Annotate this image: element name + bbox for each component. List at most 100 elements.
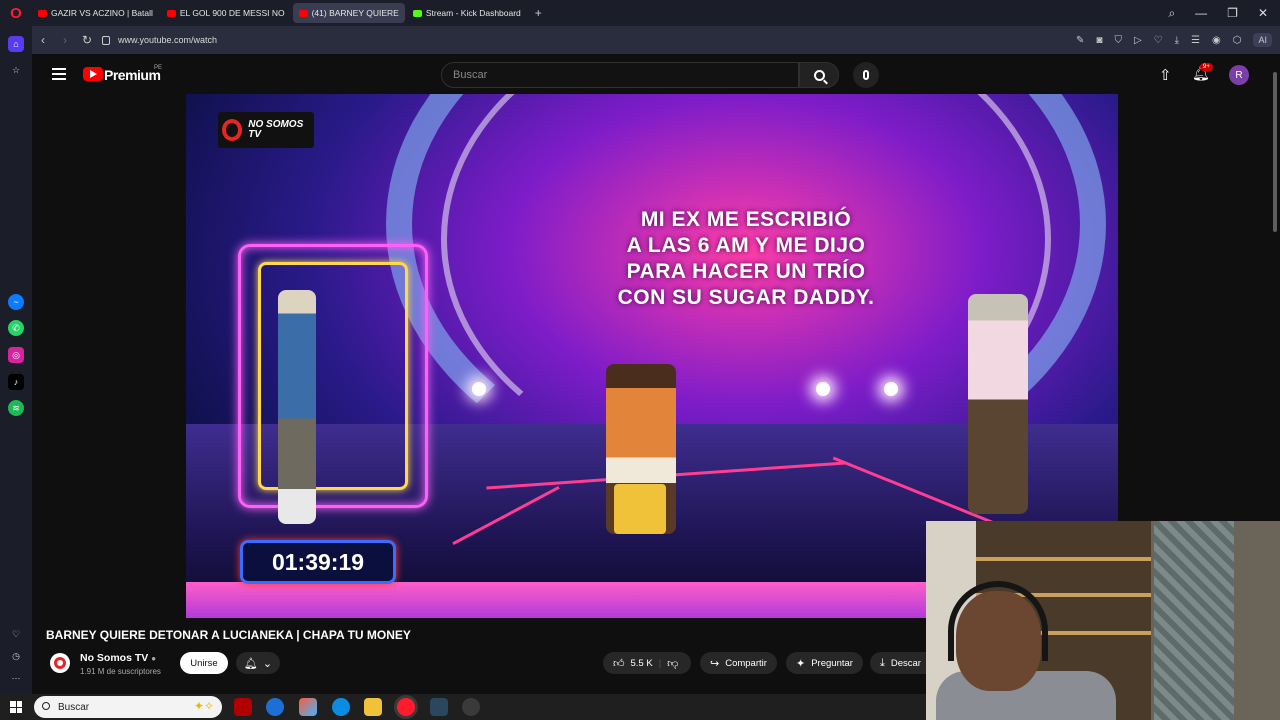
shield-icon[interactable]: ⛉ — [1114, 35, 1122, 46]
search-tabs-icon[interactable]: ⌕ — [1168, 6, 1175, 21]
edge-icon[interactable] — [332, 698, 350, 716]
forward-button[interactable]: › — [54, 33, 76, 47]
play-icon[interactable]: ▷ — [1134, 35, 1142, 46]
messenger-icon[interactable]: ~ — [8, 294, 24, 310]
extensions-icon[interactable]: ⬡ — [1233, 35, 1242, 46]
steam-icon[interactable] — [430, 698, 448, 716]
youtube-header: Premium PE Buscar ⇧ 🔔︎ 9+ R — [32, 54, 1270, 94]
yellow-seat — [614, 484, 666, 534]
share-button[interactable]: ↪ Compartir — [700, 652, 777, 674]
youtube-brand[interactable]: Premium — [104, 67, 161, 83]
hamburger-menu-icon[interactable] — [52, 68, 66, 80]
avatar-letter: R — [1235, 69, 1243, 81]
more-icon[interactable]: ⋯ — [8, 670, 24, 686]
search-input[interactable]: Buscar — [441, 62, 799, 88]
chrome-icon[interactable] — [266, 698, 284, 716]
copilot-icon[interactable] — [299, 698, 317, 716]
home-icon[interactable]: ⌂ — [8, 36, 24, 52]
camera-icon[interactable]: ◙ — [1096, 35, 1102, 46]
download-button[interactable]: ⤓ Descar — [870, 652, 926, 674]
subscription-bell-button[interactable]: 🔔︎ ⌄ — [236, 652, 280, 674]
logo-text: NO SOMOS TV — [248, 119, 304, 140]
channel-avatar[interactable] — [50, 653, 70, 673]
download-icon[interactable]: ⤓ — [1175, 35, 1179, 46]
divider: | — [658, 657, 662, 669]
minimize-button[interactable]: — — [1195, 6, 1207, 20]
youtube-logo-icon[interactable] — [83, 67, 103, 81]
ai-button[interactable]: AI — [1253, 33, 1272, 47]
back-button[interactable]: ‹ — [32, 33, 54, 47]
like-icon[interactable]: 👍︎ — [613, 657, 625, 670]
dislike-icon[interactable]: 👎︎ — [667, 657, 678, 670]
join-button[interactable]: Unirse — [180, 652, 228, 674]
stage-light — [472, 382, 486, 396]
performer-right — [968, 294, 1028, 514]
tab-label: GAZIR VS ACZINO | Batall — [51, 8, 153, 18]
heart-icon[interactable]: ♡ — [1154, 35, 1163, 46]
maximize-button[interactable]: ❐ — [1227, 6, 1238, 20]
caption-line: PARA HACER UN TRÍO — [626, 260, 866, 283]
address-bar-actions: ✎ ◙ ⛉ ▷ ♡ ⤓ ☰ ◉ ⬡ AI — [1076, 26, 1272, 54]
history-icon[interactable]: ◷ — [8, 648, 24, 664]
tab-1[interactable]: GAZIR VS ACZINO | Batall — [32, 3, 159, 23]
tab-label: EL GOL 900 DE MESSI NO — [179, 8, 285, 18]
caption-line: A LAS 6 AM Y ME DIJO — [626, 234, 866, 257]
tab-3-active[interactable]: (41) BARNEY QUIERE — [292, 3, 405, 23]
sparkle-icon: ✦✧ — [193, 699, 214, 713]
opera-icon[interactable] — [397, 698, 415, 716]
ask-label: Preguntar — [811, 657, 853, 669]
lock-icon — [102, 35, 110, 45]
opera-menu-icon[interactable]: O — [0, 0, 32, 26]
taskbar-search[interactable]: Buscar ✦✧ — [34, 696, 222, 718]
browser-tab-bar: O GAZIR VS ACZINO | Batall EL GOL 900 DE… — [0, 0, 1280, 26]
tab-label: Stream - Kick Dashboard — [425, 8, 521, 18]
caption-line: CON SU SUGAR DADDY. — [617, 286, 875, 309]
country-code: PE — [154, 65, 163, 71]
url-field[interactable]: www.youtube.com/watch — [102, 35, 217, 45]
ask-button[interactable]: ✦ Preguntar — [786, 652, 863, 674]
heart-icon[interactable]: ♡ — [8, 626, 24, 642]
upload-icon[interactable]: ⇧ — [1159, 66, 1172, 84]
spotify-icon[interactable]: ≋ — [8, 400, 24, 416]
youtube-favicon-icon — [298, 9, 308, 17]
performer-left — [278, 290, 316, 524]
channel-logo-icon — [54, 657, 66, 669]
stage-light — [884, 382, 898, 396]
windows-start-icon[interactable] — [10, 701, 22, 713]
microphone-icon — [863, 70, 869, 80]
menu-icon[interactable]: ☰ — [1191, 35, 1200, 46]
scrollbar-thumb[interactable] — [1273, 72, 1277, 232]
subscriber-count: 1.91 M de suscriptores — [80, 667, 161, 676]
file-explorer-icon[interactable] — [364, 698, 382, 716]
webcam-window — [1154, 521, 1234, 720]
edit-icon[interactable]: ✎ — [1076, 35, 1084, 46]
windows-taskbar: Buscar ✦✧ — [0, 694, 926, 720]
search-icon — [42, 702, 50, 710]
close-button[interactable]: ✕ — [1258, 6, 1268, 20]
new-tab-button[interactable]: + — [535, 6, 542, 20]
netflix-icon[interactable] — [234, 698, 252, 716]
search-button[interactable] — [799, 62, 839, 88]
kick-favicon-icon — [412, 9, 422, 17]
tab-2[interactable]: EL GOL 900 DE MESSI NO — [161, 3, 291, 23]
notification-count-badge: 9+ — [1200, 63, 1213, 71]
obs-icon[interactable] — [462, 698, 480, 716]
window-controls: ⌕ — ❐ ✕ — [1168, 0, 1280, 26]
whatsapp-icon[interactable]: ✆ — [8, 320, 24, 336]
opera-sidebar: ⌂ ☆ ~ ✆ ◎ ♪ ≋ ♡ ◷ ⋯ — [0, 26, 32, 694]
tiktok-icon[interactable]: ♪ — [8, 374, 24, 390]
account-avatar[interactable]: R — [1229, 65, 1249, 85]
like-count[interactable]: 5.5 K — [631, 658, 653, 669]
tab-4[interactable]: Stream - Kick Dashboard — [407, 3, 527, 23]
share-label: Compartir — [725, 657, 767, 669]
verified-icon: ● — [151, 654, 157, 663]
reload-button[interactable]: ↻ — [76, 33, 98, 47]
logo-ring-icon — [222, 119, 243, 141]
shelf-board — [976, 557, 1151, 561]
instagram-icon[interactable]: ◎ — [8, 347, 24, 363]
channel-name[interactable]: No Somos TV ● — [80, 652, 156, 664]
star-icon[interactable]: ☆ — [8, 62, 24, 78]
profile-icon[interactable]: ◉ — [1212, 35, 1221, 46]
page-scrollbar[interactable] — [1270, 54, 1280, 521]
voice-search-button[interactable] — [853, 62, 879, 88]
